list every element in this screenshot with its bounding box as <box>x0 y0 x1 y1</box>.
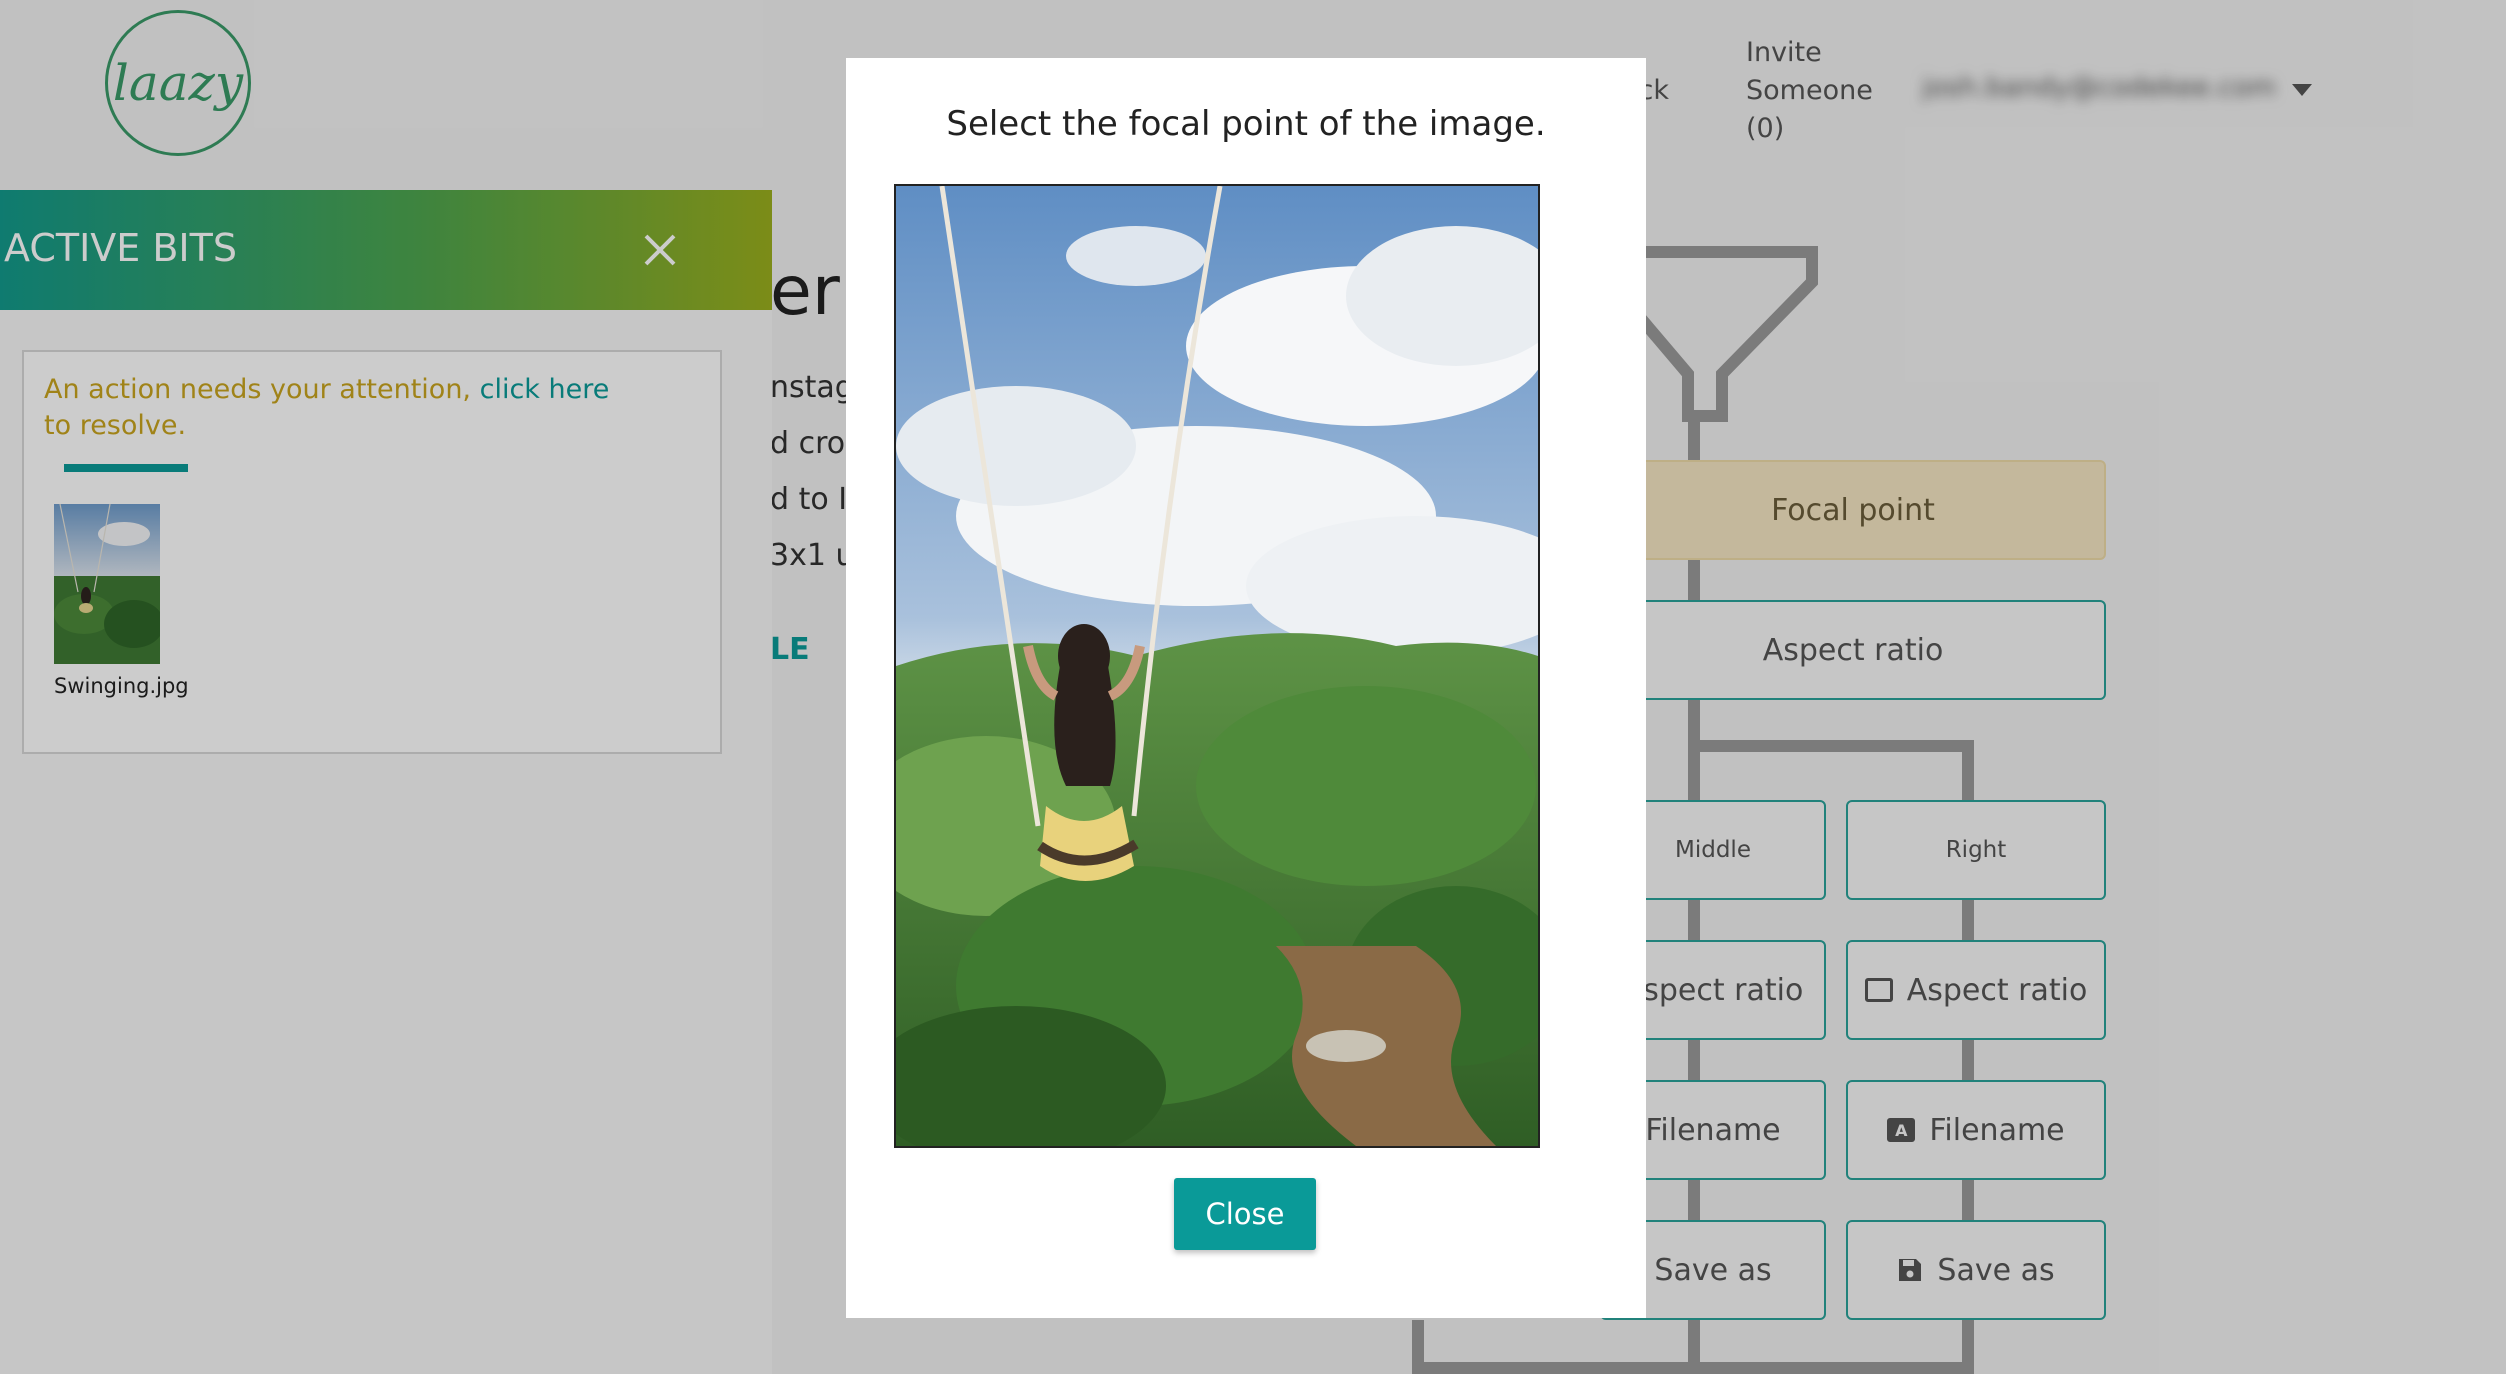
focal-point-dialog: Select the focal point of the image. Clo… <box>846 58 1646 1318</box>
dialog-title: Select the focal point of the image. <box>946 104 1546 144</box>
close-button[interactable]: Close <box>1174 1178 1316 1250</box>
focal-point-image[interactable] <box>894 184 1540 1148</box>
